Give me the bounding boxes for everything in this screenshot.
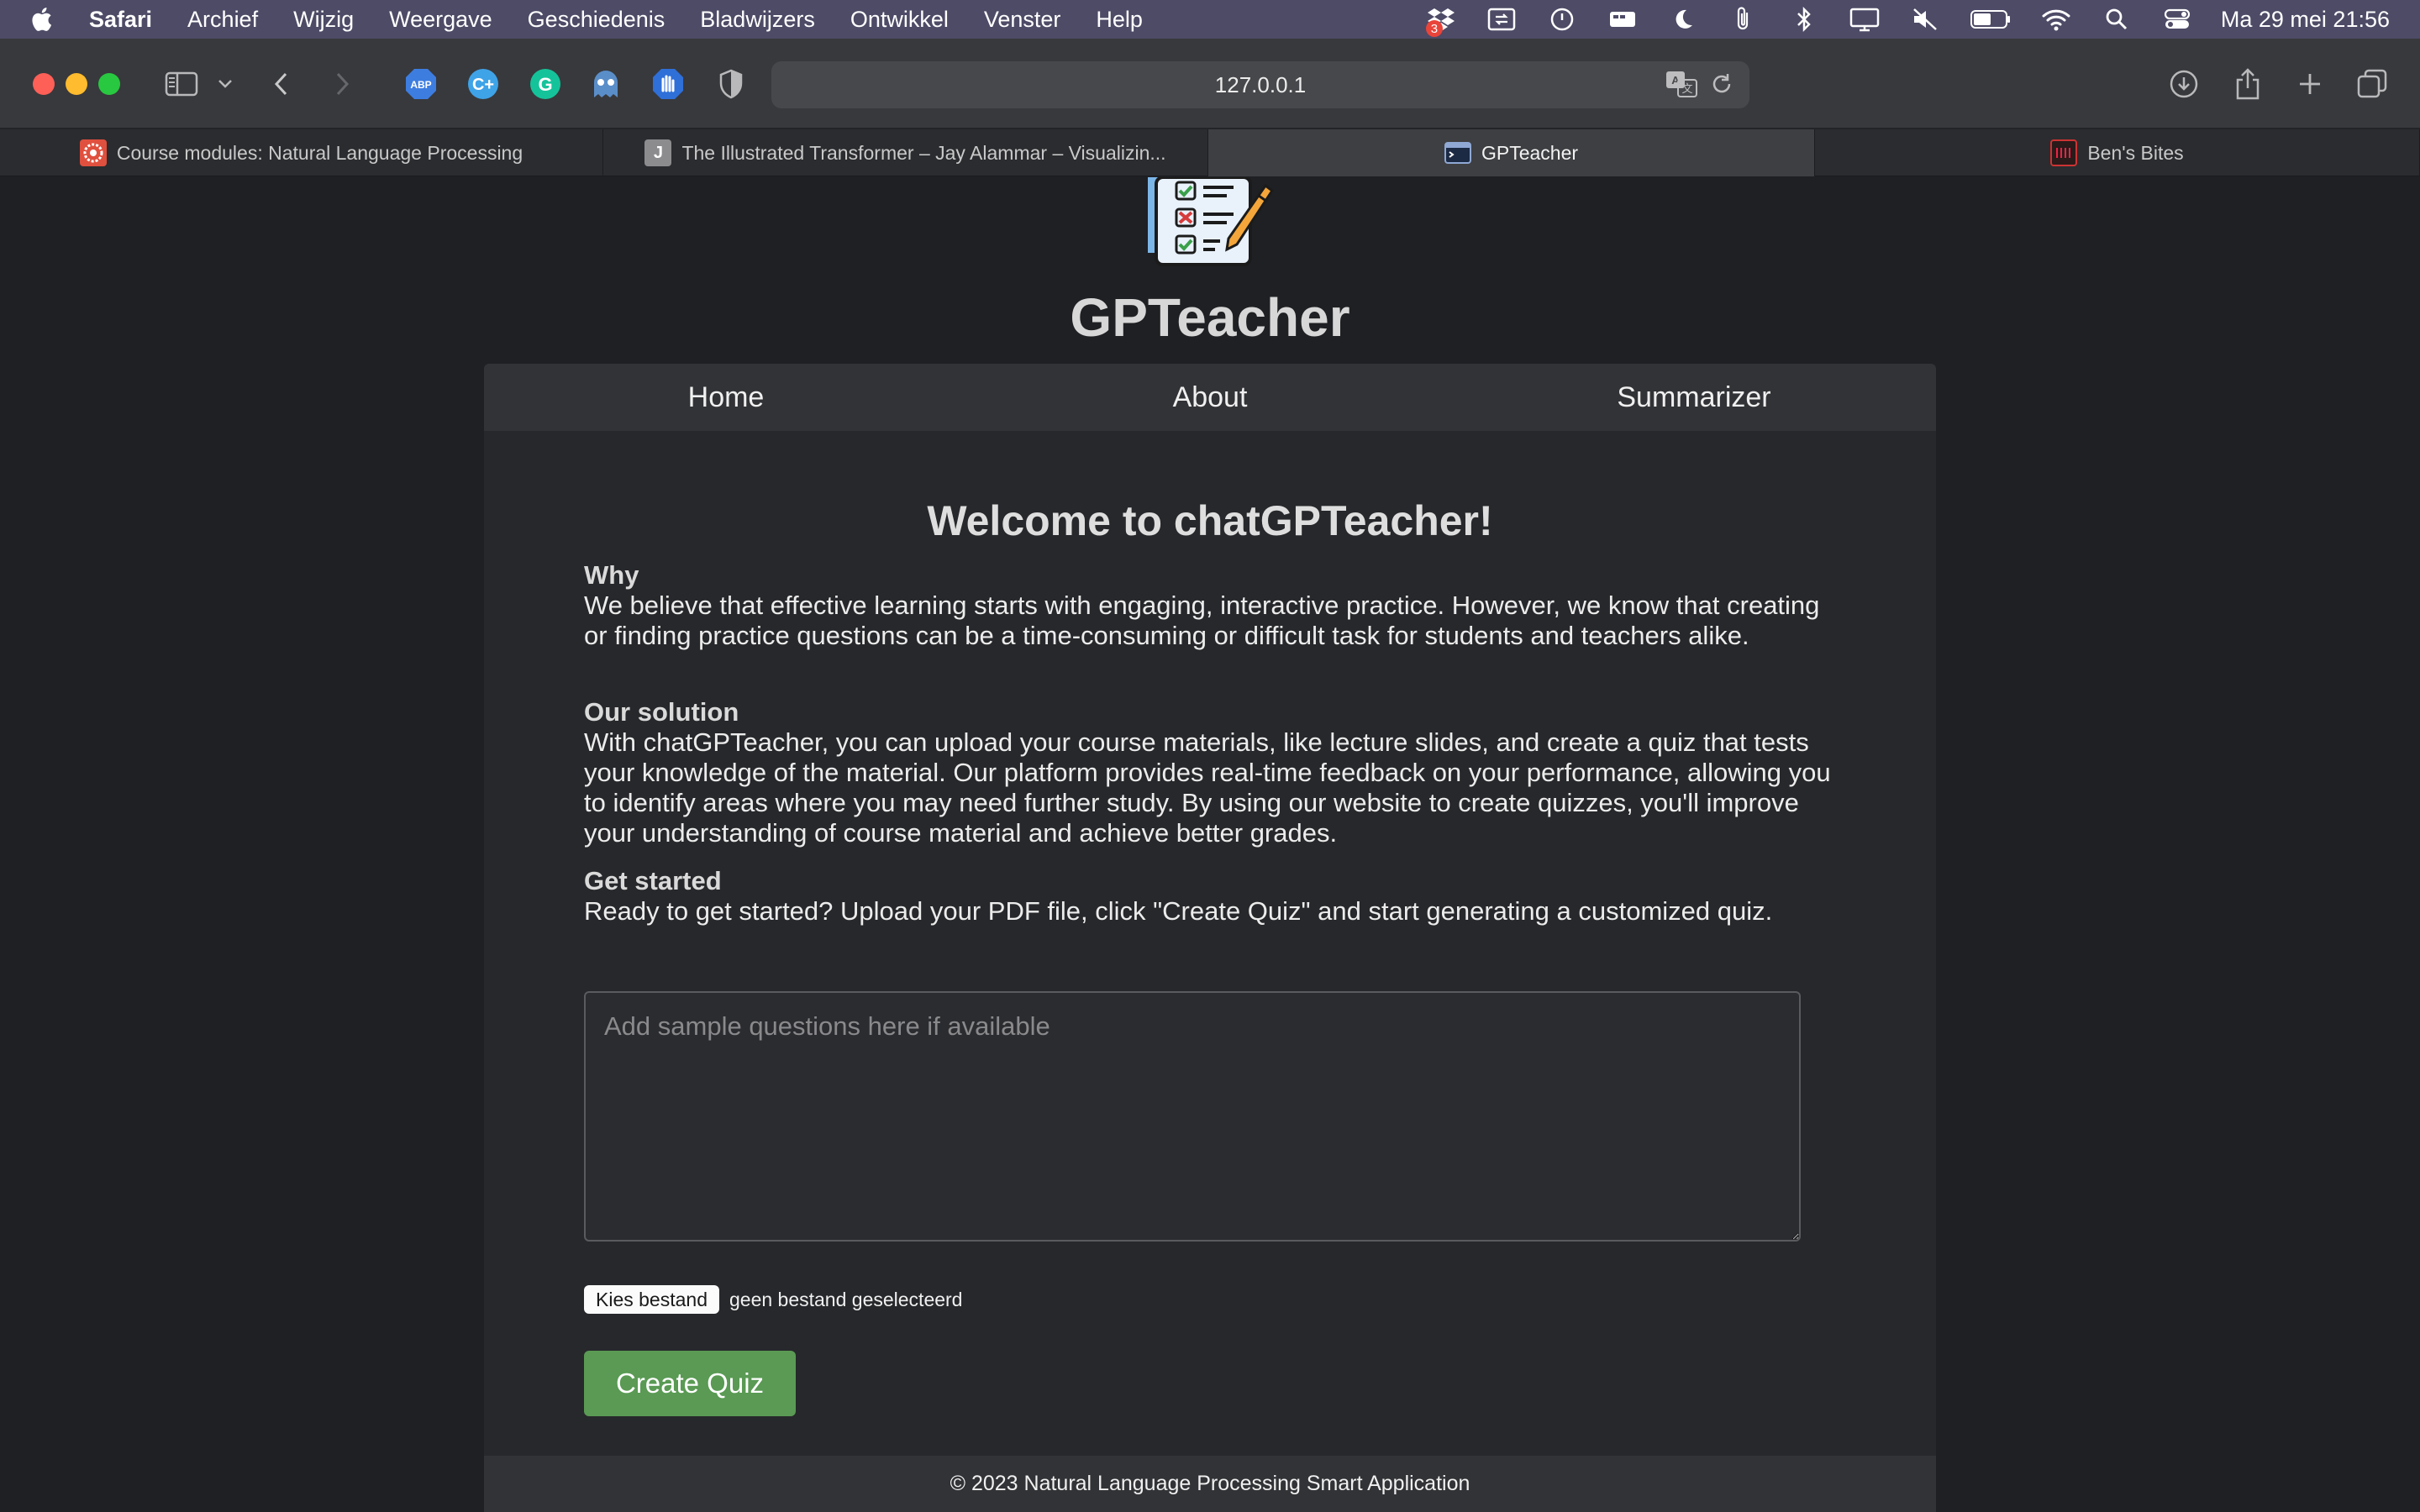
file-upload: Kies bestand geen bestand geselecteerd <box>584 1285 962 1314</box>
bens-bites-icon <box>2050 139 2078 166</box>
menu-ontwikkel[interactable]: Ontwikkel <box>850 7 949 33</box>
control-center-icon[interactable] <box>2160 0 2194 39</box>
section-heading: Get started <box>584 866 722 895</box>
cplus-icon[interactable]: C+ <box>466 66 501 102</box>
chevron-down-icon[interactable] <box>215 66 235 102</box>
tab-course-modules[interactable]: Course modules: Natural Language Process… <box>0 129 603 176</box>
section-body: With chatGPTeacher, you can upload your … <box>584 727 1831 848</box>
ghost-icon[interactable] <box>588 66 623 102</box>
display-icon[interactable] <box>1848 0 1881 39</box>
choose-file-button[interactable]: Kies bestand <box>584 1285 719 1314</box>
macos-menu-bar: Safari Archief Wijzig Weergave Geschiede… <box>0 0 2420 39</box>
file-status: geen bestand geselecteerd <box>729 1288 963 1310</box>
moon-icon[interactable] <box>1666 0 1700 39</box>
forward-icon[interactable] <box>329 66 355 102</box>
close-window-button[interactable] <box>33 73 55 95</box>
shield-icon[interactable] <box>714 66 748 102</box>
menu-geschiedenis[interactable]: Geschiedenis <box>528 7 666 33</box>
section-our-solution: Our solution With chatGPTeacher, you can… <box>584 697 1844 848</box>
tab-bar: Course modules: Natural Language Process… <box>0 129 2420 176</box>
share-icon[interactable] <box>2230 66 2265 102</box>
zoom-window-button[interactable] <box>98 73 120 95</box>
adblock-plus-icon[interactable]: ABP <box>403 66 439 102</box>
tab-title: The Illustrated Transformer – Jay Alamma… <box>681 141 1166 164</box>
section-why: Why We believe that effective learning s… <box>584 560 1844 651</box>
svg-text:G: G <box>538 74 552 95</box>
menubar-clock[interactable]: Ma 29 mei 21:56 <box>2221 7 2390 33</box>
menu-wijzig[interactable]: Wijzig <box>293 7 354 33</box>
quiz-clipboard-logo <box>1148 177 1275 268</box>
web-page: GPTeacher Home About Summarizer Welcome … <box>0 177 2420 1512</box>
reload-icon[interactable] <box>1709 71 1734 102</box>
jay-alammar-favicon: J <box>644 139 672 166</box>
section-get-started: Get started Ready to get started? Upload… <box>584 866 1844 927</box>
tab-overview-icon[interactable] <box>2354 66 2390 102</box>
bluetooth-icon[interactable] <box>1787 0 1821 39</box>
main-nav: Home About Summarizer <box>484 364 1936 431</box>
mute-icon[interactable] <box>1908 0 1942 39</box>
menu-weergave[interactable]: Weergave <box>389 7 492 33</box>
power-icon[interactable] <box>1545 0 1579 39</box>
footer: © 2023 Natural Language Processing Smart… <box>484 1456 1936 1512</box>
sidebar-toggle-icon[interactable] <box>163 66 200 102</box>
back-icon[interactable] <box>269 66 294 102</box>
site-title: GPTeacher <box>1070 287 1350 348</box>
address-bar[interactable]: 127.0.0.1 A文 <box>771 61 1749 108</box>
dropbox-badge: 3 <box>1425 20 1443 37</box>
nav-home[interactable]: Home <box>484 364 968 431</box>
dropbox-icon[interactable]: 3 <box>1424 0 1458 39</box>
svg-text:ABP: ABP <box>410 79 431 91</box>
tab-bens-bites[interactable]: Ben's Bites <box>1815 129 2420 176</box>
main-panel: Welcome to chatGPTeacher! Why We believe… <box>484 431 1936 1456</box>
sample-questions-input[interactable] <box>584 991 1801 1242</box>
create-quiz-button[interactable]: Create Quiz <box>584 1351 796 1416</box>
menu-app-name[interactable]: Safari <box>89 7 152 33</box>
paperclip-icon[interactable] <box>1727 0 1760 39</box>
grammarly-icon[interactable]: G <box>528 66 563 102</box>
welcome-heading: Welcome to chatGPTeacher! <box>927 497 1493 544</box>
nav-about[interactable]: About <box>968 364 1452 431</box>
spotlight-search-icon[interactable] <box>2100 0 2133 39</box>
menu-archief[interactable]: Archief <box>187 7 258 33</box>
battery-widget-icon[interactable] <box>1606 0 1639 39</box>
section-heading: Why <box>584 560 639 590</box>
address-text: 127.0.0.1 <box>1214 71 1307 97</box>
tab-gpteacher[interactable]: GPTeacher <box>1208 129 1815 176</box>
tab-illustrated-transformer[interactable]: J The Illustrated Transformer – Jay Alam… <box>603 129 1208 176</box>
tab-title: GPTeacher <box>1481 141 1579 164</box>
nav-summarizer[interactable]: Summarizer <box>1452 364 1936 431</box>
minimize-window-button[interactable] <box>66 73 87 95</box>
menu-help[interactable]: Help <box>1096 7 1143 33</box>
hand-icon[interactable] <box>650 66 686 102</box>
screen-share-icon[interactable] <box>1485 0 1518 39</box>
apple-icon[interactable] <box>30 0 74 39</box>
battery-icon[interactable] <box>1969 0 2012 39</box>
tab-title: Course modules: Natural Language Process… <box>116 141 523 164</box>
translate-icon[interactable]: A文 <box>1665 70 1697 104</box>
menu-venster[interactable]: Venster <box>984 7 1061 33</box>
status-area: 3 Ma 29 mei 21:56 <box>1397 0 2420 39</box>
svg-text:文: 文 <box>1681 82 1692 95</box>
browser-toolbar: ABP C+ G 127.0.0.1 A文 <box>0 39 2420 129</box>
tab-title: Ben's Bites <box>2087 141 2184 164</box>
menu-bladwijzers[interactable]: Bladwijzers <box>700 7 815 33</box>
section-body: Ready to get started? Upload your PDF fi… <box>584 896 1773 926</box>
section-body: We believe that effective learning start… <box>584 591 1820 650</box>
wifi-icon[interactable] <box>2039 0 2073 39</box>
new-tab-icon[interactable] <box>2292 66 2328 102</box>
download-icon[interactable] <box>2166 66 2202 102</box>
course-icon <box>79 139 107 166</box>
terminal-icon <box>1444 139 1471 166</box>
svg-text:C+: C+ <box>472 76 494 94</box>
section-heading: Our solution <box>584 697 739 727</box>
